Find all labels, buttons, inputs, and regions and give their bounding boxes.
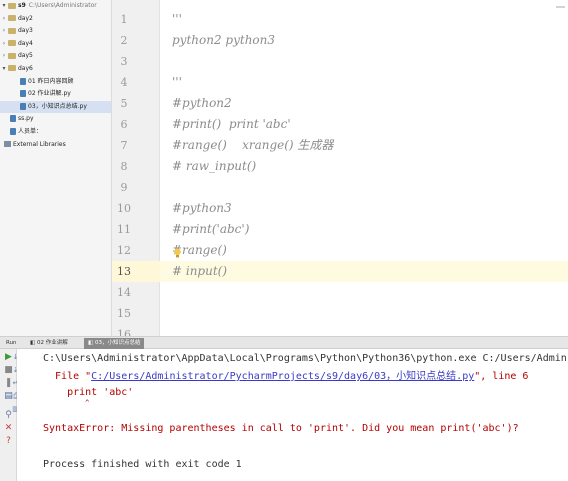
tree-root[interactable]: ▾ s9 C:\Users\Administrator [0, 0, 111, 13]
code-editor[interactable]: ''' python2 python3 ''' #python2 #print(… [160, 0, 568, 336]
line-number: 9 [120, 181, 128, 194]
code-line[interactable]: #range() [160, 240, 568, 261]
project-tree-panel: ▾ s9 C:\Users\Administrator › day2 › day3 › d… [0, 0, 112, 336]
line-number: 4 [120, 76, 128, 89]
chevron-down-icon[interactable]: ▾ [0, 63, 8, 76]
tree-item-label: day5 [18, 52, 33, 60]
tree-item-label: 02 作业讲解.py [28, 90, 71, 98]
scrollbar-marker[interactable] [556, 6, 565, 8]
tree-item-file[interactable]: 02 作业讲解.py [0, 88, 111, 101]
tab-label: 03，小知识点总结 [94, 340, 141, 346]
code-line[interactable] [160, 51, 568, 72]
lightbulb-icon[interactable] [173, 248, 182, 258]
run-tab-bar: Run ◧ 02 作业讲解 ◧ 03，小知识点总结 [0, 336, 568, 349]
tree-item-label: 人员单： [18, 127, 43, 135]
line-number: 14 [117, 286, 131, 299]
console-file-prefix: File " [43, 371, 92, 382]
python-file-icon: ◧ [88, 340, 95, 346]
console-traceback-file: File "C:/Users/Administrator/PycharmProj… [43, 370, 528, 384]
python-file-icon [10, 127, 16, 135]
chevron-right-icon[interactable]: › [0, 38, 8, 51]
code-line[interactable]: # raw_input() [160, 156, 568, 177]
console-file-link[interactable]: C:/Users/Administrator/PycharmProjects/s… [91, 371, 474, 382]
tab-label: 02 作业讲解 [36, 340, 68, 346]
python-file-icon [20, 77, 26, 85]
tree-item-label: 01 昨日内容回顾 [28, 77, 74, 85]
folder-icon [8, 52, 16, 59]
console-file-suffix: ", line 6 [474, 371, 529, 382]
close-icon[interactable]: ✕ [4, 424, 13, 433]
line-number: 2 [120, 34, 128, 47]
tree-item-file[interactable]: 01 昨日内容回顾 [0, 76, 111, 89]
run-label: Run [6, 340, 17, 346]
tab-run-config-active[interactable]: ◧ 03，小知识点总结 [84, 338, 145, 349]
tree-item-label: day6 [18, 64, 33, 72]
tree-item-external-libraries[interactable]: External Libraries [0, 139, 111, 152]
code-line[interactable] [160, 282, 568, 303]
code-line[interactable]: ''' [160, 9, 568, 30]
tree-item-file[interactable]: ss.py [0, 113, 111, 126]
line-number-current: 13 [117, 265, 131, 278]
code-line[interactable] [160, 303, 568, 324]
line-number: 8 [120, 160, 128, 173]
folder-icon [8, 27, 16, 34]
chevron-right-icon[interactable]: › [0, 13, 8, 26]
tree-item-label: day2 [18, 14, 33, 22]
tree-item-file-selected[interactable]: 03，小知识点总结.py [0, 100, 111, 114]
help-icon[interactable]: ? [4, 437, 13, 446]
line-number: 11 [117, 223, 131, 236]
console-error-message: SyntaxError: Missing parentheses in call… [43, 423, 519, 434]
folder-icon [8, 2, 16, 9]
python-file-icon [10, 115, 16, 123]
code-line[interactable]: #range() xrange() 生成器 [160, 135, 568, 156]
code-line[interactable]: ''' [160, 72, 568, 93]
console-error-caret: ^ [43, 399, 90, 407]
python-file-icon [20, 90, 26, 98]
tree-item-label: day4 [18, 39, 33, 47]
line-number: 15 [117, 307, 131, 320]
chevron-right-icon[interactable]: › [0, 25, 8, 38]
folder-icon [8, 40, 16, 47]
python-file-icon: ◧ [30, 340, 37, 346]
line-number: 6 [120, 118, 128, 131]
run-toolbar: ▶ ■ ❚ ▤ ⚲ ✕ ? ↓ ⇣ ↵ ⎙ ▥ [0, 349, 19, 481]
python-file-icon [20, 102, 26, 110]
run-console-output[interactable]: C:\Users\Administrator\AppData\Local\Pro… [17, 349, 568, 481]
library-icon [4, 141, 11, 148]
line-number: 1 [120, 13, 128, 26]
line-number: 5 [120, 97, 128, 110]
tree-item-label: day3 [18, 27, 33, 35]
code-line[interactable]: #print() print 'abc' [160, 114, 568, 135]
code-line[interactable]: python2 python3 [160, 30, 568, 51]
tree-item-day6[interactable]: ▾ day6 [0, 63, 111, 76]
line-number-gutter: 1 2 3 4 5 6 7 8 9 10 11 12 13 14 15 16 [112, 0, 160, 341]
code-line-current[interactable]: # input() [160, 261, 568, 282]
tree-item-label: External Libraries [13, 140, 66, 148]
folder-icon [8, 65, 16, 72]
tree-item-label: 03，小知识点总结.py [28, 102, 87, 110]
code-line[interactable]: #python2 [160, 93, 568, 114]
tree-item-day4[interactable]: › day4 [0, 38, 111, 51]
chevron-down-icon[interactable]: ▾ [0, 0, 8, 13]
tree-item-day3[interactable]: › day3 [0, 25, 111, 38]
console-exit-message: Process finished with exit code 1 [43, 459, 242, 470]
line-number: 12 [117, 244, 131, 257]
line-number: 3 [120, 55, 128, 68]
tree-item-day2[interactable]: › day2 [0, 13, 111, 26]
console-command-line: C:\Users\Administrator\AppData\Local\Pro… [43, 353, 567, 364]
tree-root-path: C:\Users\Administrator [28, 2, 97, 9]
tree-root-label: s9 [18, 2, 26, 9]
code-line[interactable] [160, 177, 568, 198]
tree-item-day5[interactable]: › day5 [0, 50, 111, 63]
line-number: 10 [117, 202, 131, 215]
code-line[interactable]: #print('abc') [160, 219, 568, 240]
tab-run-config[interactable]: ◧ 02 作业讲解 [26, 338, 72, 349]
code-line[interactable]: #python3 [160, 198, 568, 219]
chevron-right-icon[interactable]: › [0, 50, 8, 63]
tree-item-file[interactable]: 人员单： [0, 126, 111, 139]
line-number: 7 [120, 139, 128, 152]
folder-icon [8, 15, 16, 22]
tree-item-label: ss.py [18, 115, 34, 123]
